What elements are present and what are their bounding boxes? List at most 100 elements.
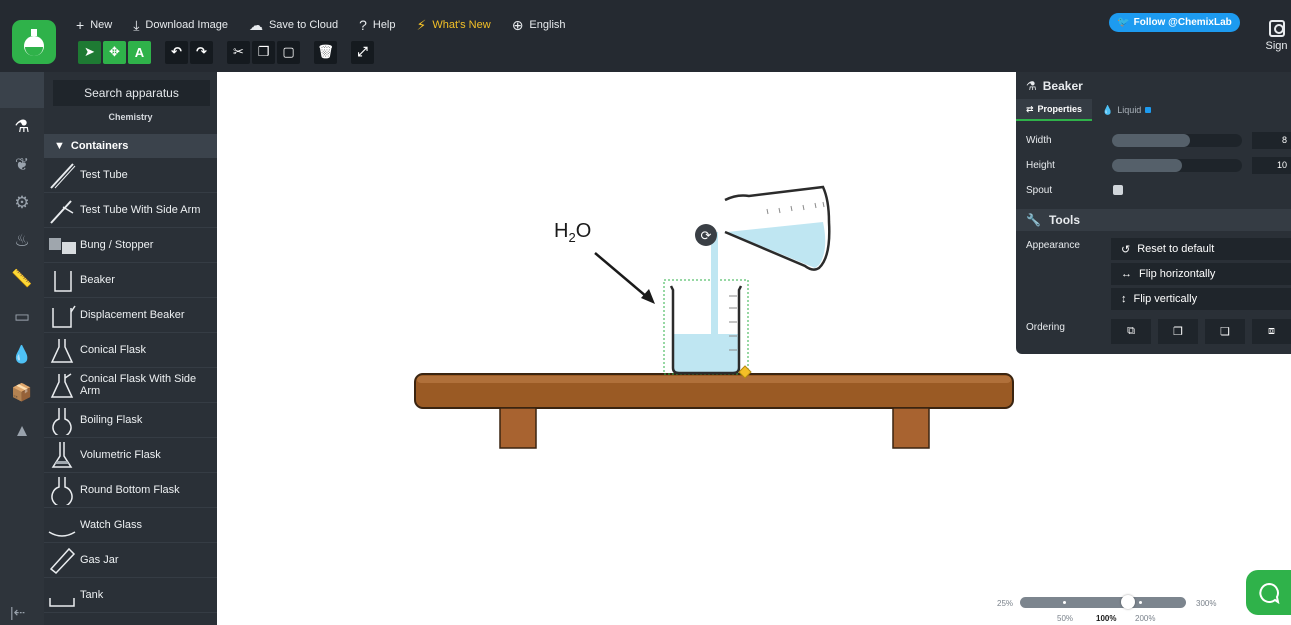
top-bar: + New ⤓ Download Image ☁ Save to Cloud ? Hel…: [0, 0, 1291, 72]
bench[interactable]: [414, 373, 1014, 449]
paste-button[interactable]: ▢: [277, 40, 300, 64]
properties-tabs: ⇄ Properties 💧 Liquid: [1016, 99, 1291, 121]
chat-support-button[interactable]: [1246, 570, 1291, 615]
history-group: ↶ ↷: [165, 40, 215, 64]
delete-button[interactable]: 🗑: [314, 40, 337, 64]
chemistry-category-icon[interactable]: ⚗: [0, 108, 44, 146]
apparatus-item-beaker[interactable]: Beaker: [44, 263, 217, 298]
apparatus-item-conical-flask-side-arm[interactable]: Conical Flask With Side Arm: [44, 368, 217, 403]
search-input[interactable]: [53, 80, 210, 106]
test-tube-icon: [44, 158, 80, 193]
flip-horizontally-button[interactable]: ↔ Flip horizontally: [1111, 263, 1291, 286]
appearance-label: Appearance: [1026, 240, 1080, 251]
apparatus-item-gas-jar[interactable]: Gas Jar: [44, 543, 217, 578]
scissors-icon: ✂: [233, 44, 244, 59]
chemix-logo[interactable]: [12, 20, 56, 64]
bring-forward-icon: ❐: [1173, 326, 1183, 338]
width-slider[interactable]: [1112, 134, 1242, 147]
reset-to-default-button[interactable]: ↺ Reset to default: [1111, 238, 1291, 261]
send-to-back-button[interactable]: ⧈: [1252, 319, 1291, 344]
apparatus-item-test-tube-side-arm[interactable]: Test Tube With Side Arm: [44, 193, 217, 228]
beaker-on-canvas[interactable]: [663, 232, 752, 379]
mode-group: ➤ ✥ A: [78, 40, 153, 64]
move-tool-button[interactable]: ✥: [103, 40, 126, 64]
fullscreen-group: ⤢: [351, 40, 376, 64]
drop-category-icon[interactable]: 💧: [0, 336, 44, 374]
help-button[interactable]: ? Help: [359, 18, 395, 32]
settings-category-icon[interactable]: ⚙: [0, 184, 44, 222]
apparatus-panel: ⌕ Chemistry ▼ Containers Test Tube Test …: [44, 72, 217, 625]
collapse-sidebar-icon[interactable]: |⇠: [10, 604, 25, 621]
undo-button[interactable]: ↶: [165, 40, 188, 64]
bring-to-front-button[interactable]: ⧉: [1111, 319, 1151, 344]
download-image-button[interactable]: ⤓ Download Image: [133, 18, 228, 32]
biology-category-icon[interactable]: ❦: [0, 146, 44, 184]
bring-forward-button[interactable]: ❐: [1158, 319, 1198, 344]
apparatus-item-volumetric-flask[interactable]: Volumetric Flask: [44, 438, 217, 473]
send-backward-icon: ❏: [1220, 326, 1230, 338]
height-value[interactable]: 10: [1252, 157, 1291, 174]
box-category-icon[interactable]: 📦: [0, 374, 44, 412]
save-to-cloud-button[interactable]: ☁ Save to Cloud: [249, 18, 338, 32]
clipboard-icon: ▢: [282, 44, 295, 59]
toolbar: ➤ ✥ A ↶ ↷ ✂ ❐ ▢ 🗑 ⤢: [78, 40, 388, 64]
new-button[interactable]: + New: [76, 18, 112, 32]
ruler-category-icon[interactable]: 📏: [0, 260, 44, 298]
spout-checkbox[interactable]: [1113, 185, 1123, 195]
globe-icon: ⊕: [511, 17, 524, 33]
sign-in-button[interactable]: Sign: [1262, 20, 1291, 52]
tab-properties[interactable]: ⇄ Properties: [1016, 99, 1093, 121]
follow-twitter-button[interactable]: 🐦 Follow @ChemixLab: [1109, 13, 1240, 32]
apparatus-item-boiling-flask[interactable]: Boiling Flask: [44, 403, 217, 438]
rotate-handle[interactable]: ⟳: [695, 224, 717, 246]
apparatus-item-bung[interactable]: Bung / Stopper: [44, 228, 217, 263]
zoom-slider-knob[interactable]: [1121, 595, 1135, 609]
apparatus-item-watch-glass[interactable]: Watch Glass: [44, 508, 217, 543]
tab-liquid[interactable]: 💧 Liquid: [1092, 99, 1161, 121]
chat-bubble-icon: [1258, 582, 1279, 604]
apparatus-item-tank[interactable]: Tank: [44, 578, 217, 613]
cut-button[interactable]: ✂: [227, 40, 250, 64]
bolt-icon: ⚡: [416, 17, 427, 33]
zoom-min-label: 25%: [997, 599, 1014, 608]
delete-group: 🗑: [314, 40, 339, 64]
select-tool-button[interactable]: ➤: [78, 40, 101, 64]
copy-button[interactable]: ❐: [252, 40, 275, 64]
flask-logo-icon: [24, 29, 44, 56]
conical-flask-icon: [44, 333, 80, 368]
search-bar: ⌕: [44, 80, 217, 106]
zoom-slider[interactable]: [1020, 595, 1186, 609]
whats-new-button[interactable]: ⚡ What's New: [417, 18, 491, 32]
gas-jar-icon: [44, 543, 80, 578]
apparatus-item-displacement-beaker[interactable]: Displacement Beaker: [44, 298, 217, 333]
send-backward-button[interactable]: ❏: [1205, 319, 1245, 344]
apparatus-item-round-bottom-flask[interactable]: Round Bottom Flask: [44, 473, 217, 508]
properties-header: ⚗ Beaker: [1026, 78, 1083, 93]
flip-vertically-button[interactable]: ↕ Flip vertically: [1111, 288, 1291, 311]
h2o-label[interactable]: H2O: [554, 220, 591, 245]
tank-icon: [44, 578, 80, 613]
annotation-arrow[interactable]: [594, 252, 655, 304]
caret-down-icon: ▼: [54, 140, 65, 152]
apparatus-item-test-tube[interactable]: Test Tube: [44, 158, 217, 193]
width-value[interactable]: 8: [1252, 132, 1291, 149]
text-tool-button[interactable]: A: [128, 40, 151, 64]
swap-icon: ⇄: [1026, 103, 1034, 114]
apparatus-item-conical-flask[interactable]: Conical Flask: [44, 333, 217, 368]
width-slider-fill: [1112, 134, 1190, 147]
shapes-category-icon[interactable]: ▲: [0, 412, 44, 450]
pouring-beaker[interactable]: [724, 185, 831, 271]
watch-glass-icon: [44, 508, 80, 543]
bring-to-front-icon: ⧉: [1127, 325, 1135, 337]
containers-section-header[interactable]: ▼ Containers: [44, 134, 217, 158]
fullscreen-button[interactable]: ⤢: [351, 40, 374, 64]
height-slider[interactable]: [1112, 159, 1242, 172]
trash-icon: 🗑: [317, 44, 334, 59]
fire-category-icon[interactable]: ♨: [0, 222, 44, 260]
battery-category-icon[interactable]: ▭: [0, 298, 44, 336]
width-label: Width: [1026, 135, 1052, 146]
wrench-icon: 🔧: [1026, 213, 1041, 227]
redo-button[interactable]: ↷: [190, 40, 213, 64]
language-button[interactable]: ⊕ English: [512, 18, 566, 32]
text-icon: A: [134, 44, 145, 60]
